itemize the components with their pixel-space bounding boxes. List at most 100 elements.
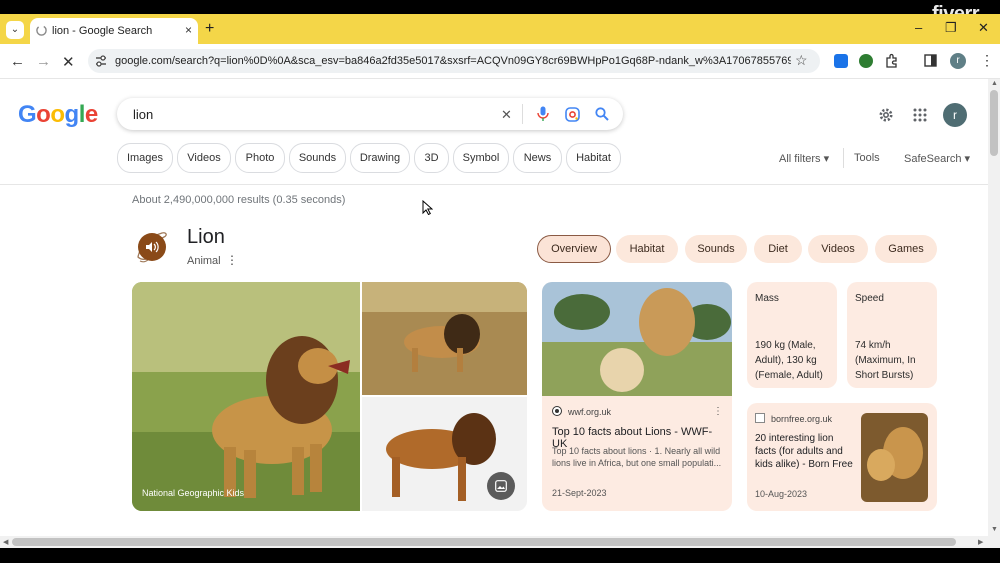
tab-close-icon[interactable]: × (185, 23, 192, 37)
extension-icon[interactable] (859, 54, 873, 68)
fact-label: Speed (855, 293, 884, 304)
screen-bottom-border (0, 548, 1000, 563)
article-date: 10-Aug-2023 (755, 489, 808, 499)
search-input[interactable]: lion (133, 107, 153, 122)
vertical-scrollbar-thumb[interactable] (990, 90, 998, 156)
article-date: 21-Sept-2023 (552, 488, 607, 498)
scroll-up-icon[interactable]: ▲ (991, 80, 998, 87)
chip-3d[interactable]: 3D (414, 143, 449, 173)
chip-drawing[interactable]: Drawing (350, 143, 410, 173)
fact-value: 74 km/h (Maximum, In Short Bursts) (855, 340, 916, 381)
account-avatar[interactable]: r (943, 103, 967, 127)
tab-list-button[interactable]: ⌄ (6, 21, 24, 39)
chip-symbol[interactable]: Symbol (453, 143, 509, 173)
logo-letter: g (64, 101, 80, 128)
chevron-down-icon: ▾ (820, 153, 830, 165)
google-apps-icon[interactable] (913, 108, 927, 122)
all-filters-button[interactable]: All filters ▾ (779, 152, 829, 165)
knowledge-panel-subtitle: Animal (187, 255, 221, 267)
article-more-icon[interactable]: ⋮ (713, 406, 723, 417)
chip-videos[interactable]: Videos (177, 143, 231, 173)
scroll-right-icon[interactable]: ▶ (978, 538, 983, 546)
article-title[interactable]: 20 interesting lion facts (for adults an… (755, 432, 855, 471)
image-grid: National Geographic Kids (132, 282, 527, 511)
pill-videos[interactable]: Videos (808, 235, 868, 263)
logo-letter: o (36, 101, 51, 128)
pill-overview[interactable]: Overview (537, 235, 611, 263)
search-divider (522, 104, 523, 124)
lion-walking-photo (362, 282, 527, 395)
profile-avatar[interactable]: r (950, 53, 966, 69)
settings-gear-icon[interactable] (878, 107, 894, 123)
pill-habitat[interactable]: Habitat (616, 235, 678, 263)
google-logo[interactable]: Google (18, 101, 98, 129)
search-submit-icon[interactable] (595, 107, 609, 121)
tab-favicon-icon (36, 25, 47, 36)
restore-button[interactable]: ❐ (945, 20, 957, 36)
article-card-wwf[interactable]: wwf.org.uk ⋮ Top 10 facts about Lions - … (542, 282, 732, 511)
more-options-icon[interactable]: ⋮ (226, 253, 238, 267)
new-tab-button[interactable]: + (205, 20, 214, 38)
lion-sound-button[interactable] (138, 233, 166, 261)
knowledge-panel-title: Lion (187, 226, 225, 248)
fact-card-speed[interactable]: Speed 74 km/h (Maximum, In Short Bursts) (847, 282, 937, 388)
chip-images[interactable]: Images (117, 143, 173, 173)
chip-sounds[interactable]: Sounds (289, 143, 346, 173)
image-caption: National Geographic Kids (142, 488, 245, 498)
logo-letter: o (50, 101, 65, 128)
site-info-icon[interactable] (95, 55, 107, 67)
fact-label: Mass (755, 293, 779, 304)
lion-walking-image[interactable] (362, 282, 527, 395)
tools-button[interactable]: Tools (854, 152, 880, 164)
pill-sounds[interactable]: Sounds (685, 235, 747, 263)
fact-card-mass[interactable]: Mass 190 kg (Male, Adult), 130 kg (Femal… (747, 282, 837, 388)
horizontal-scrollbar-thumb[interactable] (12, 538, 956, 546)
lion-cubs-image (542, 282, 732, 396)
lion-roaring-image (132, 282, 360, 511)
bookmark-star-icon[interactable]: ☆ (795, 52, 808, 69)
result-stats: About 2,490,000,000 results (0.35 second… (132, 194, 346, 206)
lion-main-image[interactable]: National Geographic Kids (132, 282, 360, 511)
lens-search-icon[interactable] (565, 107, 580, 122)
article-card-bornfree[interactable]: bornfree.org.uk 20 interesting lion fact… (747, 403, 937, 511)
fact-value: 190 kg (Male, Adult), 130 kg (Female, Ad… (755, 340, 823, 381)
article-snippet: Top 10 facts about lions · 1. Nearly all… (552, 446, 722, 468)
forward-button[interactable]: → (36, 53, 51, 70)
article-source: wwf.org.uk (568, 407, 612, 417)
image-icon (495, 480, 507, 492)
chip-news[interactable]: News (513, 143, 562, 173)
logo-letter: G (18, 101, 37, 128)
chevron-down-icon: ▾ (961, 153, 971, 165)
wwf-favicon-icon (552, 406, 562, 416)
browser-tab-active[interactable]: lion - Google Search × (30, 18, 198, 44)
tab-title: lion - Google Search (52, 25, 153, 37)
chip-photo[interactable]: Photo (235, 143, 285, 173)
extensions-puzzle-icon[interactable] (885, 53, 900, 68)
close-window-button[interactable]: ✕ (978, 20, 989, 36)
translate-extension-icon[interactable] (834, 54, 848, 68)
header-divider (0, 184, 988, 185)
lioness-cub-image (861, 413, 928, 502)
speaker-icon (146, 241, 159, 253)
logo-letter: e (84, 101, 98, 128)
pill-diet[interactable]: Diet (754, 235, 802, 263)
scroll-down-icon[interactable]: ▼ (991, 526, 998, 533)
stop-button[interactable]: ✕ (62, 53, 75, 71)
filters-divider (843, 148, 844, 168)
scroll-left-icon[interactable]: ◀ (3, 538, 8, 546)
chip-habitat[interactable]: Habitat (566, 143, 621, 173)
mouse-cursor-icon (422, 200, 433, 215)
article-source: bornfree.org.uk (771, 414, 833, 424)
bornfree-favicon-icon (755, 413, 765, 423)
pill-games[interactable]: Games (875, 235, 937, 263)
side-panel-icon[interactable] (924, 54, 937, 67)
safesearch-button[interactable]: SafeSearch ▾ (904, 152, 970, 165)
lion-standing-image[interactable] (362, 397, 527, 511)
url-text: google.com/search?q=lion%0D%0A&sca_esv=b… (115, 55, 791, 67)
chrome-menu-icon[interactable]: ⋮ (980, 52, 994, 69)
voice-search-icon[interactable] (537, 106, 549, 122)
clear-search-icon[interactable]: ✕ (501, 107, 512, 123)
minimize-button[interactable]: – (915, 20, 922, 35)
more-images-button[interactable] (487, 472, 515, 500)
back-button[interactable]: ← (10, 53, 25, 70)
